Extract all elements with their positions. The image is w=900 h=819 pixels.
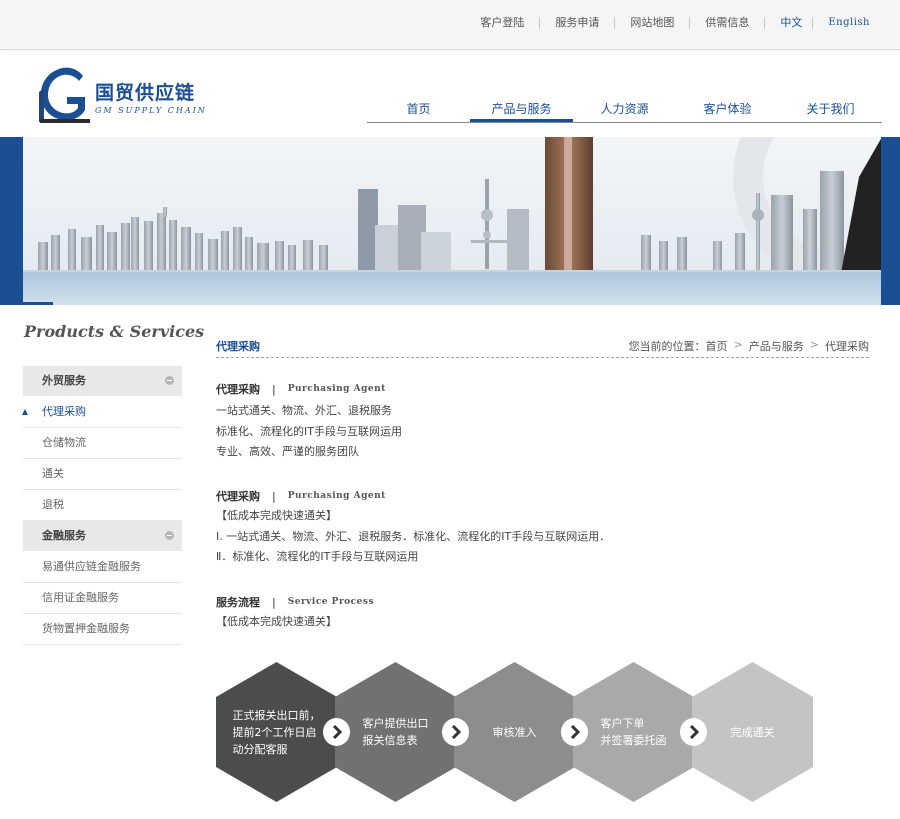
collapse-icon[interactable]	[165, 531, 174, 540]
nav-about-us[interactable]: 关于我们	[779, 96, 882, 122]
chevron-right-icon	[680, 718, 707, 746]
site-logo[interactable]: 国贸供应链 GM SUPPLY CHAIN	[37, 64, 227, 126]
section-line: Ⅰ. 一站式通关、物流、外汇、退税服务．标准化、流程化的IT手段与互联网运用．	[216, 529, 611, 543]
breadcrumb: 您当前的位置：首页 > 产品与服务 > 代理采购	[629, 338, 869, 354]
nav-products-services[interactable]: 产品与服务	[470, 96, 573, 122]
sidebar-item-label: 金融服务	[42, 529, 86, 542]
process-step-3: 审核准入	[454, 662, 575, 802]
section-line: 【低成本完成快速通关】	[216, 615, 337, 628]
sidebar-item-purchasing-agent[interactable]: 代理采购	[22, 397, 182, 428]
chevron-right-icon	[442, 718, 469, 746]
section-purchasing-1: 代理采购 | Purchasing Agent 一站式通关、物流、外汇、退税服务…	[216, 381, 869, 463]
chevron-right-icon	[561, 718, 588, 746]
process-step-text: 审核准入	[492, 725, 537, 739]
breadcrumb-separator: >	[809, 338, 819, 351]
section-purchasing-2: 代理采购 | Purchasing Agent 【低成本完成快速通关】 Ⅰ. 一…	[216, 488, 869, 568]
section-divider: |	[272, 489, 276, 503]
breadcrumb-products[interactable]: 产品与服务	[749, 338, 804, 354]
sidebar-item-letter-of-credit[interactable]: 信用证金融服务	[23, 583, 182, 614]
sidebar-item-label: 外贸服务	[42, 374, 86, 387]
section-title-en: Purchasing Agent	[287, 384, 386, 394]
active-triangle-icon	[22, 409, 28, 415]
process-step-2: 客户提供出口 报关信息表	[335, 662, 456, 802]
section-title: 代理采购	[216, 490, 260, 503]
section-service-process: 服务流程 | Service Process 【低成本完成快速通关】	[216, 594, 869, 633]
section-divider: |	[272, 382, 276, 396]
section-line: 专业、高效、严谨的服务团队	[216, 445, 359, 458]
nav-home[interactable]: 首页	[367, 96, 470, 122]
logo-name: 国贸供应链	[95, 82, 196, 104]
sidebar-item-label: 代理采购	[42, 405, 86, 418]
process-step-1: 正式报关出口前， 提前2个工作日启 动分配客服	[216, 662, 337, 802]
supply-demand-link[interactable]: 供需信息	[689, 17, 764, 29]
sidebar-item-label: 易通供应链金融服务	[42, 560, 141, 573]
top-links: 客户登陆 服务申请 网站地图 供需信息 中文 English	[465, 16, 870, 30]
section-line: 标准化、流程化的IT手段与互联网运用	[216, 424, 402, 438]
sidebar-item-label: 货物置押金融服务	[42, 622, 130, 635]
sidebar-item-tax-refund[interactable]: 退税	[23, 490, 182, 521]
chevron-right-icon	[323, 718, 350, 746]
process-step-4: 客户下单 并签署委托函	[573, 662, 694, 802]
sidebar-item-label: 退税	[42, 498, 64, 511]
lang-en-link[interactable]: English	[812, 17, 870, 29]
sitemap-link[interactable]: 网站地图	[614, 17, 689, 29]
process-step-text: 客户提供出口 报关信息表	[362, 717, 429, 747]
process-step-text: 正式报关出口前， 提前2个工作日启 动分配客服	[232, 708, 321, 756]
section-line: Ⅱ．标准化、流程化的IT手段与互联网运用	[216, 550, 419, 563]
section-divider: |	[272, 595, 276, 609]
service-process-diagram: 正式报关出口前， 提前2个工作日启 动分配客服 客户提供出口 报关信息表 审核准…	[216, 662, 816, 802]
process-step-5: 完成通关	[692, 662, 813, 802]
nav-customer-experience[interactable]: 客户体验	[676, 96, 779, 122]
banner-left-bar	[0, 137, 23, 305]
section-line: 【低成本完成快速通关】	[216, 509, 337, 522]
section-heading: 代理采购 | Purchasing Agent	[216, 381, 869, 397]
sidebar-group-foreign-trade[interactable]: 外贸服务	[23, 366, 182, 397]
process-step-text: 完成通关	[730, 725, 775, 739]
sidebar-group-finance[interactable]: 金融服务	[23, 521, 182, 552]
sidebar-item-goods-pledge[interactable]: 货物置押金融服务	[23, 614, 182, 645]
collapse-icon[interactable]	[165, 376, 174, 385]
breadcrumb-separator: >	[733, 338, 743, 351]
nav-human-resources[interactable]: 人力资源	[573, 96, 676, 122]
sidebar-title: Products & Services	[24, 322, 205, 341]
breadcrumb-current: 代理采购	[825, 340, 869, 353]
top-bar: 客户登陆 服务申请 网站地图 供需信息 中文 English	[0, 0, 900, 50]
section-title-en: Purchasing Agent	[287, 491, 386, 501]
section-title-en: Service Process	[287, 597, 375, 607]
logo-subtitle: GM SUPPLY CHAIN	[95, 106, 207, 115]
sidebar-menu: 外贸服务 代理采购 仓储物流 通关 退税 金融服务 易通供应链金融服务 信用证金…	[22, 366, 182, 645]
section-title: 代理采购	[216, 383, 260, 396]
sidebar-item-label: 信用证金融服务	[42, 591, 119, 604]
sidebar-item-supply-chain-finance[interactable]: 易通供应链金融服务	[23, 552, 182, 583]
section-line: 一站式通关、物流、外汇、退税服务	[216, 404, 392, 417]
logo-mark-icon	[39, 67, 90, 123]
process-step-text: 客户下单 并签署委托函	[600, 717, 667, 747]
customer-login-link[interactable]: 客户登陆	[465, 17, 539, 29]
section-title: 服务流程	[216, 596, 260, 609]
banner-right-bar	[881, 137, 900, 305]
page-title: 代理采购	[216, 340, 260, 353]
sidebar-item-customs[interactable]: 通关	[23, 459, 182, 490]
city-skyline-image	[23, 137, 882, 305]
section-heading: 代理采购 | Purchasing Agent	[216, 488, 869, 504]
section-heading: 服务流程 | Service Process	[216, 594, 869, 610]
breadcrumb-home[interactable]: 您当前的位置：首页	[629, 338, 728, 354]
sidebar-item-label: 通关	[42, 467, 64, 480]
service-apply-link[interactable]: 服务申请	[539, 17, 614, 29]
content-header: 代理采购 您当前的位置：首页 > 产品与服务 > 代理采购	[216, 333, 869, 358]
main-content: 代理采购 您当前的位置：首页 > 产品与服务 > 代理采购 代理采购 | Pur…	[216, 333, 869, 628]
lang-zh-link[interactable]: 中文	[764, 17, 812, 29]
main-nav: 首页 产品与服务 人力资源 客户体验 关于我们	[367, 96, 882, 123]
sidebar-item-label: 仓储物流	[42, 436, 86, 449]
hero-banner	[0, 137, 900, 305]
sidebar-item-warehousing[interactable]: 仓储物流	[23, 428, 182, 459]
